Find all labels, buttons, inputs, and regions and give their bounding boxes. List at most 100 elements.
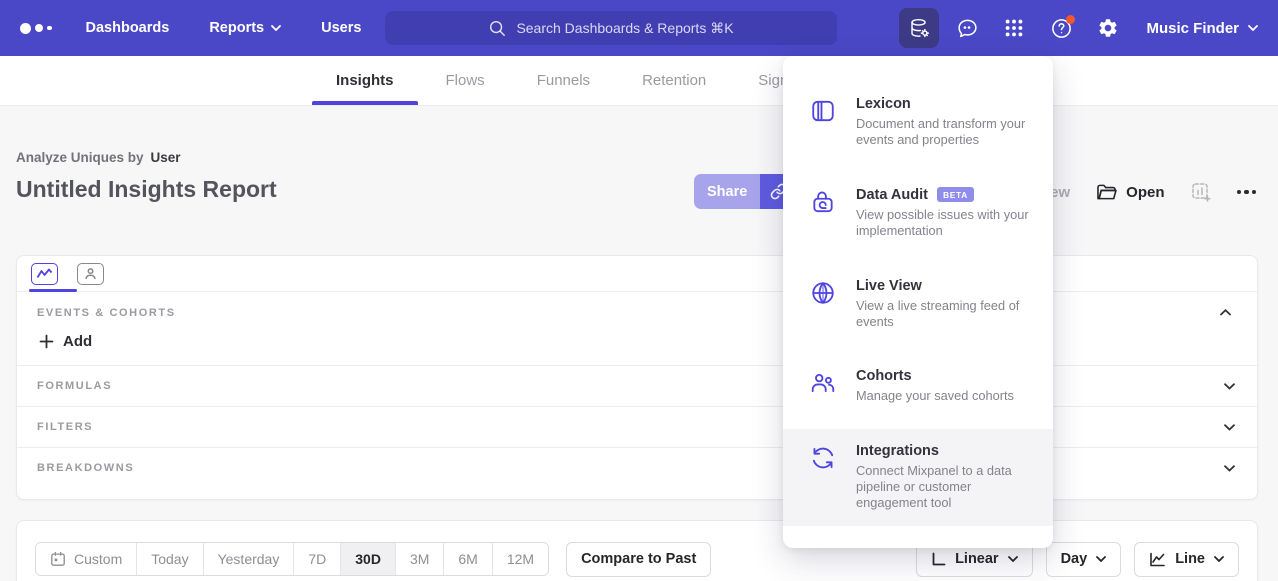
tab-retention[interactable]: Retention: [638, 56, 710, 105]
daterange-segmented-control: Custom Today Yesterday 7D 30D 3M 6M 12M: [35, 542, 549, 576]
database-gear-icon: [908, 17, 931, 40]
events-cohorts-label: EVENTS & COHORTS: [37, 307, 176, 319]
grid-dots-icon: [1003, 17, 1025, 39]
add-to-board-button[interactable]: [1191, 182, 1211, 202]
lexicon-icon: [810, 96, 836, 149]
nav-dashboards[interactable]: Dashboards: [86, 20, 170, 36]
menu-item-integrations[interactable]: Integrations Connect Mixpanel to a data …: [783, 429, 1053, 526]
add-event-button[interactable]: Add: [17, 322, 137, 365]
nav-reports[interactable]: Reports: [209, 20, 281, 36]
chevron-down-icon: [1224, 383, 1235, 390]
topbar-right: Music Finder: [899, 8, 1258, 48]
tab-flows[interactable]: Flows: [442, 56, 489, 105]
nav-reports-label: Reports: [209, 20, 264, 36]
compare-to-past-button[interactable]: Compare to Past: [566, 542, 711, 577]
menu-item-live-view[interactable]: Live View View a live streaming feed of …: [783, 264, 1053, 345]
data-management-button[interactable]: [899, 8, 939, 48]
seg-label: 7D: [308, 551, 326, 567]
report-title[interactable]: Untitled Insights Report: [16, 176, 277, 203]
byline-prefix: Analyze Uniques by: [16, 150, 144, 165]
daterange-6m[interactable]: 6M: [444, 543, 492, 575]
chart-type-label: Line: [1175, 551, 1205, 567]
chevron-down-icon: [1096, 556, 1106, 562]
person-icon: [84, 267, 97, 280]
line-chart-icon: [36, 267, 53, 280]
tab-label: Flows: [446, 72, 485, 89]
search-input[interactable]: Search Dashboards & Reports ⌘K: [385, 11, 837, 45]
menu-item-cohorts[interactable]: Cohorts Manage your saved cohorts: [783, 354, 1053, 418]
filters-label: FILTERS: [37, 421, 93, 433]
workspace-switcher[interactable]: Music Finder: [1146, 20, 1258, 37]
report-tabbar: Insights Flows Funnels Retention Signal …: [0, 56, 1278, 106]
menu-item-text: Integrations Connect Mixpanel to a data …: [856, 443, 1029, 512]
axes-icon: [931, 552, 946, 567]
nav-users[interactable]: Users: [321, 20, 361, 36]
interval-label: Day: [1061, 551, 1088, 567]
breakdowns-section[interactable]: BREAKDOWNS: [17, 447, 1257, 488]
daterange-30d[interactable]: 30D: [341, 543, 396, 575]
feedback-button[interactable]: [948, 9, 986, 47]
daterange-custom[interactable]: Custom: [36, 543, 137, 575]
live-view-globe-icon: [810, 278, 836, 331]
menu-item-text: Lexicon Document and transform your even…: [856, 96, 1029, 149]
open-label: Open: [1126, 184, 1164, 201]
breakdowns-label: BREAKDOWNS: [37, 462, 134, 474]
search-placeholder: Search Dashboards & Reports ⌘K: [516, 20, 733, 37]
beta-badge: BETA: [937, 187, 974, 202]
more-options-button[interactable]: [1237, 182, 1257, 202]
daterange-7d[interactable]: 7D: [294, 543, 341, 575]
plus-icon: [39, 334, 54, 349]
menu-item-title: Data Audit: [856, 187, 928, 203]
line-chart-icon: [1149, 552, 1166, 567]
menu-item-description: Connect Mixpanel to a data pipeline or c…: [856, 463, 1029, 512]
workspace-name: Music Finder: [1146, 20, 1239, 37]
collapse-events-button[interactable]: [1216, 305, 1235, 320]
chart-type-dropdown[interactable]: Line: [1134, 542, 1239, 577]
seg-label: 6M: [458, 551, 477, 567]
daterange-3m[interactable]: 3M: [396, 543, 444, 575]
nav-dashboards-label: Dashboards: [86, 20, 170, 36]
menu-item-description: Document and transform your events and p…: [856, 116, 1029, 149]
query-builder-card: EVENTS & COHORTS Add FORMULAS FILTERS BR…: [16, 255, 1258, 500]
events-metrics-tab[interactable]: [31, 263, 58, 285]
notification-dot: [1066, 15, 1075, 24]
daterange-controls: Custom Today Yesterday 7D 30D 3M 6M 12M …: [35, 542, 711, 577]
calendar-icon: [50, 551, 66, 567]
menu-item-description: View a live streaming feed of events: [856, 298, 1029, 331]
integrations-sync-icon: [810, 443, 836, 512]
chevron-up-icon: [1220, 309, 1231, 316]
daterange-today[interactable]: Today: [137, 543, 203, 575]
menu-item-description: View possible issues with your implement…: [856, 207, 1029, 240]
daterange-yesterday[interactable]: Yesterday: [204, 543, 295, 575]
board-add-icon: [1191, 182, 1211, 202]
menu-item-data-audit[interactable]: Data Audit BETA View possible issues wit…: [783, 173, 1053, 254]
share-button[interactable]: Share: [694, 174, 760, 209]
tab-funnels[interactable]: Funnels: [533, 56, 594, 105]
menu-item-text: Data Audit BETA View possible issues wit…: [856, 187, 1029, 240]
interval-dropdown[interactable]: Day: [1046, 542, 1122, 577]
open-report-button[interactable]: Open: [1096, 183, 1164, 201]
help-button[interactable]: [1042, 9, 1080, 47]
chevron-down-icon: [1008, 556, 1018, 562]
events-cohorts-section[interactable]: EVENTS & COHORTS: [17, 292, 1257, 322]
report-actions: New Open: [1039, 176, 1256, 208]
topbar: Dashboards Reports Users Search Dashboar…: [0, 0, 1278, 56]
tab-label: Funnels: [537, 72, 590, 89]
profiles-tab[interactable]: [77, 263, 104, 285]
mixpanel-logo-icon[interactable]: [20, 23, 52, 34]
scale-label: Linear: [955, 551, 999, 567]
filters-section[interactable]: FILTERS: [17, 406, 1257, 447]
apps-grid-button[interactable]: [995, 9, 1033, 47]
nav-users-label: Users: [321, 20, 361, 36]
settings-button[interactable]: [1089, 9, 1127, 47]
primary-nav: Dashboards Reports Users: [86, 20, 362, 36]
menu-item-lexicon[interactable]: Lexicon Document and transform your even…: [783, 82, 1053, 163]
cohorts-users-icon: [810, 368, 836, 404]
daterange-12m[interactable]: 12M: [493, 543, 548, 575]
menu-item-title: Lexicon: [856, 96, 911, 112]
report-byline: Analyze Uniques by User: [16, 150, 181, 165]
share-split-button: Share: [694, 174, 797, 209]
seg-label: Yesterday: [218, 551, 280, 567]
formulas-section[interactable]: FORMULAS: [17, 365, 1257, 406]
tab-insights[interactable]: Insights: [332, 56, 398, 105]
